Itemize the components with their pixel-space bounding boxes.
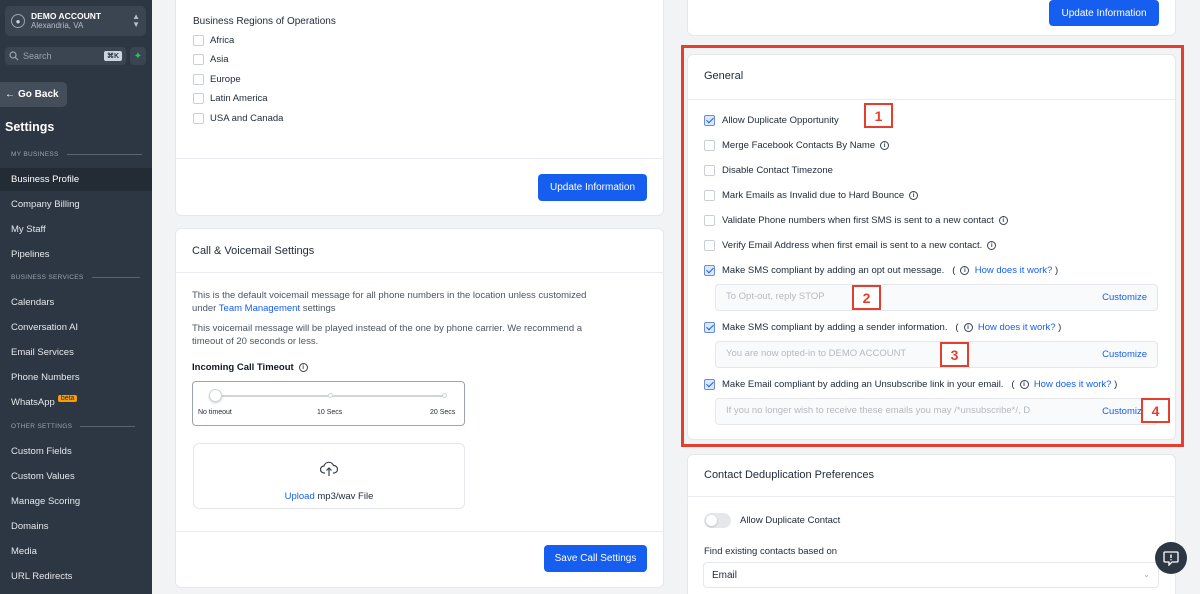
sidebar-item-domains[interactable]: Domains <box>0 515 152 538</box>
sidebar-item-pipelines[interactable]: Pipelines <box>0 243 152 266</box>
update-information-button[interactable]: Update Information <box>538 174 647 201</box>
chat-support-button[interactable] <box>1155 542 1187 574</box>
upload-link[interactable]: Upload <box>285 491 315 502</box>
account-name: DEMO ACCOUNT <box>31 11 102 21</box>
slider-label-10: 10 Secs <box>317 409 343 416</box>
account-icon: ● <box>11 14 25 28</box>
annotation-badge-2: 2 <box>852 285 881 310</box>
chevron-down-icon: ⌄ <box>1143 570 1150 579</box>
go-back-label: Go Back <box>18 89 59 100</box>
upload-suffix: mp3/wav File <box>317 491 374 502</box>
region-label: Latin America <box>210 93 268 104</box>
sidebar-item-custom-values[interactable]: Custom Values <box>0 465 152 488</box>
sidebar-item-email-services[interactable]: Email Services <box>0 341 152 364</box>
sparkle-icon[interactable]: ✦ <box>130 47 146 65</box>
search-shortcut: ⌘K <box>103 51 122 61</box>
go-back-button[interactable]: ← Go Back <box>0 82 67 107</box>
sidebar-item-manage-scoring[interactable]: Manage Scoring <box>0 490 152 513</box>
account-location: Alexandria, VA <box>31 21 84 30</box>
chevron-up-down-icon: ▲ ▼ <box>132 12 140 29</box>
incoming-call-timeout-label: Incoming Call Timeout i <box>192 362 308 373</box>
annotation-badge-4: 4 <box>1141 398 1170 423</box>
chat-icon <box>1163 550 1179 566</box>
slider-label-20: 20 Secs <box>430 409 456 416</box>
section-business-services: BUSINESS SERVICES <box>11 274 140 281</box>
allow-duplicate-contact-label: Allow Duplicate Contact <box>740 515 841 526</box>
sidebar-item-whatsapp[interactable]: WhatsApp beta <box>0 391 152 414</box>
region-checkbox[interactable] <box>193 35 204 46</box>
sidebar-item-calendars[interactable]: Calendars <box>0 291 152 314</box>
region-label: Africa <box>210 35 235 46</box>
annotation-badge-3: 3 <box>940 342 969 367</box>
regions-title: Business Regions of Operations <box>193 16 336 27</box>
sidebar-item-company-billing[interactable]: Company Billing <box>0 193 152 216</box>
divider <box>175 272 664 273</box>
sidebar-item-business-profile[interactable]: Business Profile <box>0 168 152 191</box>
divider <box>175 531 664 532</box>
slider-stop-20 <box>442 393 447 398</box>
sidebar-item-phone-numbers[interactable]: Phone Numbers <box>0 366 152 389</box>
search-input[interactable] <box>23 51 104 61</box>
section-my-business: MY BUSINESS <box>11 151 142 158</box>
divider <box>687 496 1176 497</box>
region-label: Asia <box>210 54 229 65</box>
allow-duplicate-contact-toggle[interactable] <box>704 513 731 528</box>
beta-badge: beta <box>57 395 78 402</box>
dedup-field-select[interactable]: Email ⌄ <box>703 562 1159 588</box>
arrow-left-icon: ← <box>5 89 15 100</box>
slider-label-no-timeout: No timeout <box>198 409 232 416</box>
divider <box>175 158 664 159</box>
upload-dropzone[interactable]: Upload mp3/wav File <box>193 443 465 509</box>
region-checkbox[interactable] <box>193 113 204 124</box>
team-management-link[interactable]: Team Management <box>219 303 300 314</box>
region-label: Europe <box>210 74 241 85</box>
slider-handle[interactable] <box>209 389 222 402</box>
sidebar: ● DEMO ACCOUNT Alexandria, VA ▲▼ ⌘K ✦ ← … <box>0 0 152 594</box>
call-settings-title: Call & Voicemail Settings <box>192 245 315 257</box>
account-switcher[interactable]: ● DEMO ACCOUNT Alexandria, VA ▲ ▼ <box>5 6 146 36</box>
dedup-select-value: Email <box>712 570 738 581</box>
sidebar-title: Settings <box>5 120 55 134</box>
voicemail-description: This is the default voicemail message fo… <box>192 290 587 314</box>
save-call-settings-button[interactable]: Save Call Settings <box>544 545 647 572</box>
find-contacts-label: Find existing contacts based on <box>704 546 838 557</box>
region-label: USA and Canada <box>210 113 284 124</box>
call-timeout-slider[interactable]: No timeout 10 Secs 20 Secs <box>192 381 465 426</box>
info-icon: i <box>298 363 308 372</box>
update-information-button-top[interactable]: Update Information <box>1049 0 1159 26</box>
section-other-settings: OTHER SETTINGS <box>11 423 136 430</box>
sidebar-item-conversation-ai[interactable]: Conversation AI <box>0 316 152 339</box>
sidebar-item-media[interactable]: Media <box>0 540 152 563</box>
sidebar-item-custom-fields[interactable]: Custom Fields <box>0 440 152 463</box>
region-checkbox[interactable] <box>193 54 204 65</box>
search-icon <box>9 51 19 61</box>
cloud-upload-icon <box>320 461 338 476</box>
search-box[interactable]: ⌘K <box>5 47 126 65</box>
region-checkbox[interactable] <box>193 93 204 104</box>
annotation-highlight-box <box>681 45 1184 447</box>
sidebar-item-url-redirects[interactable]: URL Redirects <box>0 565 152 588</box>
slider-stop-10 <box>328 393 333 398</box>
voicemail-note: This voicemail message will be played in… <box>192 323 583 347</box>
annotation-badge-1: 1 <box>864 103 893 128</box>
sidebar-item-my-staff[interactable]: My Staff <box>0 218 152 241</box>
region-checkbox[interactable] <box>193 74 204 85</box>
dedup-title: Contact Deduplication Preferences <box>704 469 874 481</box>
